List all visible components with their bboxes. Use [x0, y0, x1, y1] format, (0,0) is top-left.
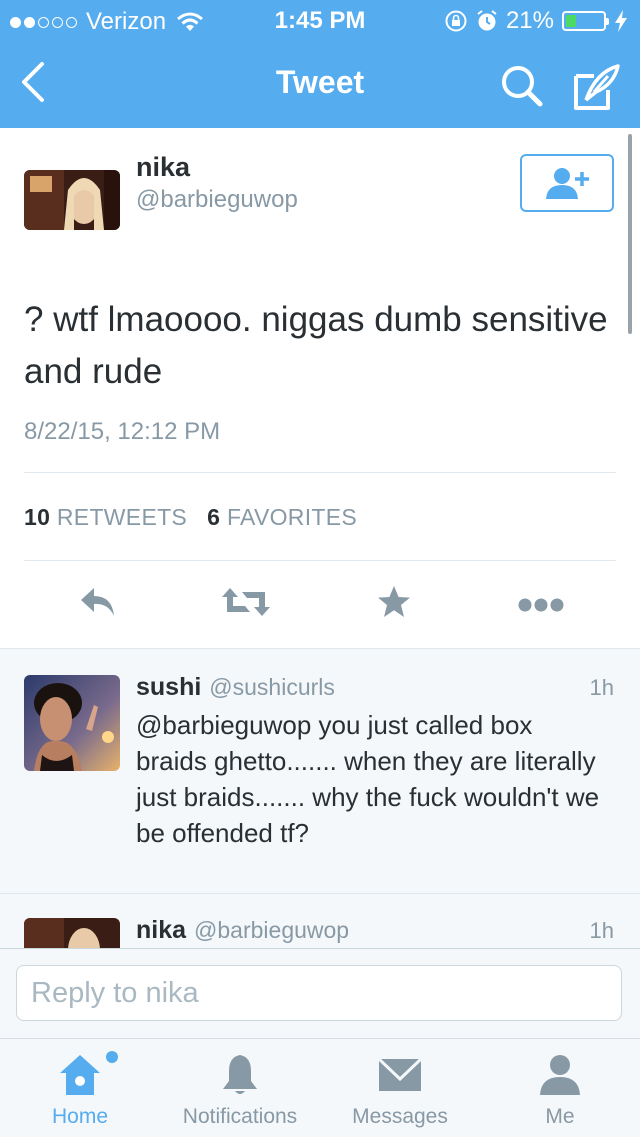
compose-icon[interactable]	[572, 62, 622, 112]
tweet-actions	[0, 574, 640, 634]
search-icon[interactable]	[498, 62, 546, 110]
charging-bolt-icon	[615, 10, 627, 32]
tab-label: Me	[545, 1105, 575, 1128]
replies-list: sushi @sushicurls 1h @barbieguwop you jus…	[0, 648, 640, 949]
reply-text: @barbieguwop you just called box braids …	[136, 710, 600, 848]
more-options-icon[interactable]	[518, 598, 564, 612]
add-user-icon	[546, 168, 589, 199]
reply-time: 1h	[589, 675, 614, 700]
favorites-stat[interactable]: 6 FAVORITES	[207, 504, 357, 530]
author-handle[interactable]: @barbieguwop	[136, 186, 298, 214]
tab-messages[interactable]: Messages	[320, 1039, 480, 1137]
tab-me[interactable]: Me	[480, 1039, 640, 1137]
retweets-label: RETWEETS	[56, 504, 188, 530]
tab-notifications[interactable]: Notifications	[160, 1039, 320, 1137]
avatar[interactable]	[24, 170, 120, 230]
nav-bar: Tweet	[0, 40, 640, 128]
tab-label: Notifications	[182, 1105, 298, 1128]
reply-composer	[0, 948, 640, 1039]
envelope-icon	[377, 1057, 423, 1091]
favorites-label: FAVORITES	[226, 504, 358, 530]
retweets-stat[interactable]: 10 RETWEETS	[24, 504, 187, 530]
favorite-star-icon[interactable]	[376, 584, 412, 620]
tweet-text: ? wtf lmaoooo. niggas dumb sensitive and…	[24, 300, 608, 391]
tweet-timestamp: 8/22/15, 12:12 PM	[24, 418, 221, 445]
tweet-detail: nika @barbieguwop ? wtf lmaoooo. niggas …	[0, 128, 640, 648]
reply-item[interactable]: sushi @sushicurls 1h @barbieguwop you jus…	[0, 649, 640, 893]
reply-author[interactable]: sushi @sushicurls	[136, 673, 335, 702]
retweets-count: 10	[24, 504, 51, 530]
reply-icon[interactable]	[78, 584, 118, 620]
home-icon	[60, 1055, 100, 1095]
reply-author-name: sushi	[136, 673, 202, 701]
divider	[24, 472, 616, 473]
favorites-count: 6	[207, 504, 221, 530]
tab-bar: Home Notifications Messages Me	[0, 1038, 640, 1137]
battery-icon	[562, 11, 609, 31]
rotation-lock-icon	[445, 10, 467, 32]
tab-home[interactable]: Home	[0, 1039, 160, 1137]
person-icon	[540, 1055, 580, 1095]
alarm-icon	[477, 10, 497, 31]
reply-author-handle: @barbieguwop	[194, 917, 350, 943]
tab-label: Messages	[352, 1105, 448, 1128]
tab-label: Home	[51, 1105, 109, 1128]
reply-item[interactable]: nika @barbieguwop 1h	[0, 894, 640, 949]
reply-author-name: nika	[136, 916, 187, 944]
reply-author-handle: @sushicurls	[209, 674, 335, 700]
avatar[interactable]	[24, 675, 120, 771]
author-name[interactable]: nika	[136, 152, 190, 183]
notification-dot	[106, 1051, 118, 1063]
avatar[interactable]	[24, 918, 120, 949]
reply-time: 1h	[589, 918, 614, 943]
follow-button[interactable]	[520, 154, 614, 212]
scrollbar[interactable]	[628, 134, 632, 334]
status-bar: Verizon 1:45 PM 21%	[0, 0, 640, 40]
retweet-icon[interactable]	[222, 584, 270, 620]
tweet-stats: 10 RETWEETS 6 FAVORITES	[24, 504, 357, 531]
reply-input[interactable]	[16, 965, 622, 1021]
reply-author[interactable]: nika @barbieguwop	[136, 916, 349, 945]
bell-icon	[223, 1055, 257, 1094]
battery-percent: 21%	[505, 7, 554, 34]
divider	[24, 560, 616, 561]
